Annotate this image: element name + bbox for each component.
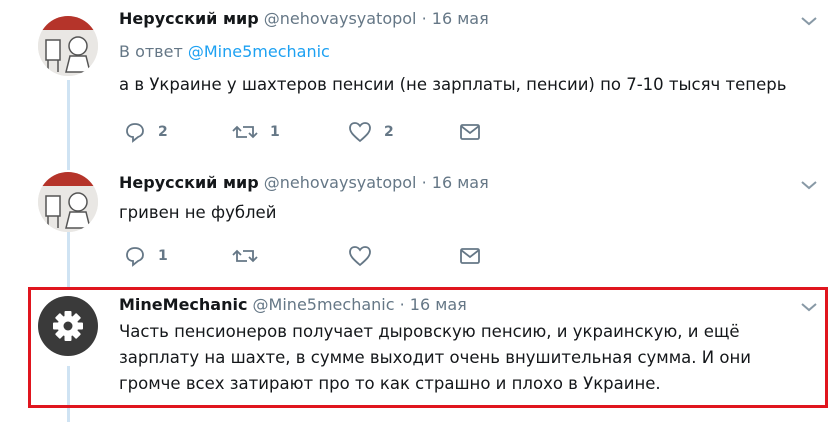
reply-icon bbox=[126, 247, 144, 267]
reply-count: 2 bbox=[158, 124, 168, 140]
reply-prefix: В ответ bbox=[119, 42, 183, 61]
retweet-button[interactable]: 1 bbox=[232, 120, 280, 144]
reply-mention-link[interactable]: @Mine5mechanic bbox=[188, 42, 330, 61]
separator-dot: · bbox=[421, 9, 427, 28]
highlight-box bbox=[28, 287, 828, 408]
direct-message-icon bbox=[460, 248, 480, 264]
tweet-text: а в Украине у шахтеров пенсии (не зарпла… bbox=[119, 75, 787, 94]
like-button[interactable]: 2 bbox=[348, 120, 394, 144]
user-handle[interactable]: @nehovaysyatopol bbox=[264, 9, 417, 28]
direct-message-icon bbox=[460, 124, 480, 140]
like-icon bbox=[349, 246, 371, 267]
timestamp[interactable]: 16 мая bbox=[432, 173, 489, 192]
avatar-image bbox=[38, 16, 98, 76]
reply-icon bbox=[126, 123, 144, 143]
retweet-icon bbox=[232, 249, 258, 263]
reply-count: 1 bbox=[158, 248, 168, 264]
chevron-down-icon[interactable] bbox=[799, 14, 819, 28]
direct-message-button[interactable] bbox=[458, 120, 482, 144]
reply-button[interactable]: 1 bbox=[124, 244, 168, 268]
reply-context: В ответ @Mine5mechanic bbox=[119, 42, 330, 62]
chevron-down-icon[interactable] bbox=[799, 178, 819, 192]
retweet-button[interactable] bbox=[232, 244, 258, 268]
tweet-text: гривен не фублей bbox=[119, 203, 277, 222]
display-name[interactable]: Нерусский мир bbox=[119, 9, 259, 28]
retweet-icon bbox=[232, 125, 258, 139]
tweet[interactable]: Нерусский мир @nehovaysyatopol · 16 мая … bbox=[0, 160, 836, 285]
separator-dot: · bbox=[421, 173, 427, 192]
avatar[interactable] bbox=[38, 16, 98, 76]
display-name[interactable]: Нерусский мир bbox=[119, 173, 259, 192]
timestamp[interactable]: 16 мая bbox=[432, 9, 489, 28]
user-handle[interactable]: @nehovaysyatopol bbox=[264, 173, 417, 192]
tweet-header: Нерусский мир @nehovaysyatopol · 16 мая bbox=[119, 173, 489, 193]
tweet-header: Нерусский мир @nehovaysyatopol · 16 мая bbox=[119, 9, 489, 29]
avatar-image bbox=[38, 172, 98, 232]
direct-message-button[interactable] bbox=[458, 244, 482, 268]
like-count: 2 bbox=[384, 124, 394, 140]
avatar[interactable] bbox=[38, 172, 98, 232]
tweet[interactable]: Нерусский мир @nehovaysyatopol · 16 мая … bbox=[0, 0, 836, 160]
reply-button[interactable]: 2 bbox=[124, 120, 168, 144]
like-button[interactable] bbox=[348, 244, 372, 268]
retweet-count: 1 bbox=[270, 124, 280, 140]
like-icon bbox=[349, 122, 371, 143]
